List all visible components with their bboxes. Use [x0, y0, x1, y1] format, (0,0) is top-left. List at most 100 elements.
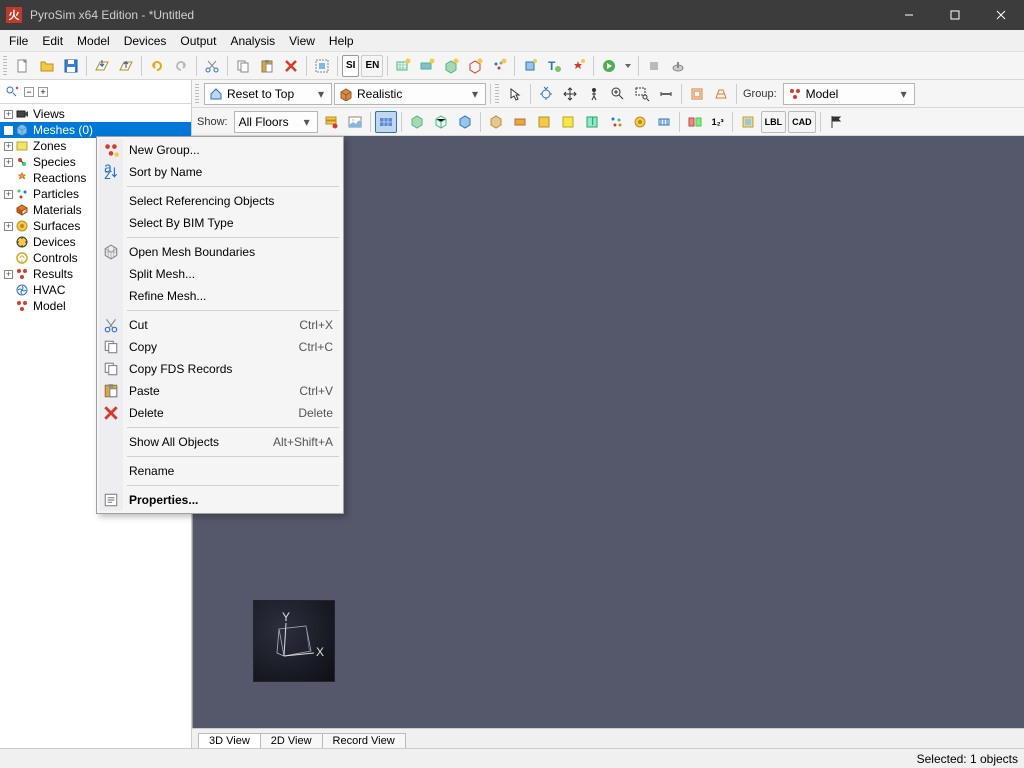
toggle-lbl-button[interactable]: LBL — [761, 111, 787, 133]
minimize-button[interactable] — [886, 0, 932, 30]
new-device-button[interactable] — [519, 55, 541, 77]
menu-model[interactable]: Model — [70, 32, 117, 50]
tree-node-views[interactable]: +Views — [0, 106, 191, 122]
toolbar-grip[interactable] — [195, 84, 199, 104]
menu-output[interactable]: Output — [173, 32, 223, 50]
zoom-tool-button[interactable] — [607, 83, 629, 105]
new-hole-button[interactable] — [464, 55, 486, 77]
menu-item-copy-fds-records[interactable]: Copy FDS Records — [99, 358, 341, 380]
menu-file[interactable]: File — [2, 32, 35, 50]
new-particle-cloud-button[interactable] — [488, 55, 510, 77]
view-tab-record-view[interactable]: Record View — [322, 733, 406, 748]
new-reaction-button[interactable] — [567, 55, 589, 77]
show-particles-button[interactable] — [605, 111, 627, 133]
show-init-button[interactable] — [533, 111, 555, 133]
new-vent-button[interactable] — [416, 55, 438, 77]
roam-tool-button[interactable] — [583, 83, 605, 105]
show-zones-button[interactable] — [557, 111, 579, 133]
snap-grid-button[interactable] — [375, 111, 397, 133]
tree-filter-button[interactable] — [4, 84, 20, 100]
perspective-button[interactable] — [710, 83, 732, 105]
comment-flag-button[interactable] — [825, 111, 847, 133]
floors-combo[interactable]: All Floors ▾ — [234, 111, 318, 133]
menu-item-copy[interactable]: CopyCtrl+C — [99, 336, 341, 358]
new-file-button[interactable] — [12, 55, 34, 77]
maximize-button[interactable] — [932, 0, 978, 30]
show-mesh-boundaries-button[interactable] — [430, 111, 452, 133]
text-tool-button[interactable]: T — [543, 55, 565, 77]
close-button[interactable] — [978, 0, 1024, 30]
group-combo[interactable]: Model ▾ — [783, 83, 915, 105]
menu-item-properties[interactable]: Properties... — [99, 489, 341, 511]
paste-button[interactable] — [256, 55, 278, 77]
menu-item-rename[interactable]: Rename — [99, 460, 341, 482]
menu-view[interactable]: View — [282, 32, 322, 50]
run-fds-button[interactable] — [598, 55, 620, 77]
menu-item-new-group[interactable]: New Group... — [99, 139, 341, 161]
open-file-button[interactable] — [36, 55, 58, 77]
toggle-cad-button[interactable]: CAD — [788, 111, 816, 133]
units-en-button[interactable]: EN — [361, 55, 383, 77]
show-triggers-button[interactable]: T — [581, 111, 603, 133]
delete-button[interactable] — [280, 55, 302, 77]
menu-devices[interactable]: Devices — [117, 32, 174, 50]
new-obstruction-button[interactable] — [440, 55, 462, 77]
menu-item-select-referencing-objects[interactable]: Select Referencing Objects — [99, 190, 341, 212]
menu-analysis[interactable]: Analysis — [223, 32, 282, 50]
undo-button[interactable] — [146, 55, 168, 77]
menu-item-sort-by-name[interactable]: azSort by Name — [99, 161, 341, 183]
floor-manage-button[interactable] — [320, 111, 342, 133]
render-mode-combo[interactable]: Realistic ▾ — [334, 83, 486, 105]
measure-tool-button[interactable] — [655, 83, 677, 105]
menu-item-paste[interactable]: PasteCtrl+V — [99, 380, 341, 402]
show-boundaries-button[interactable] — [737, 111, 759, 133]
orbit-tool-button[interactable] — [535, 83, 557, 105]
tree-expander[interactable]: + — [4, 222, 13, 231]
show-hvac-button[interactable] — [653, 111, 675, 133]
menu-item-refine-mesh[interactable]: Refine Mesh... — [99, 285, 341, 307]
show-devices-button[interactable] — [629, 111, 651, 133]
tree-expander[interactable]: + — [4, 270, 13, 279]
select-tool-button[interactable] — [504, 83, 526, 105]
toolbar-grip[interactable] — [3, 56, 7, 76]
run-dropdown-button[interactable] — [622, 55, 634, 77]
zoom-box-tool-button[interactable] — [631, 83, 653, 105]
results-button[interactable] — [667, 55, 689, 77]
show-vents-button[interactable] — [509, 111, 531, 133]
pan-tool-button[interactable] — [559, 83, 581, 105]
camera-reset-combo[interactable]: Reset to Top ▾ — [204, 83, 332, 105]
tree-expander[interactable]: + — [4, 190, 13, 199]
show-obstructions-button[interactable] — [454, 111, 476, 133]
ortho-button[interactable] — [686, 83, 708, 105]
show-slices-button[interactable] — [684, 111, 706, 133]
show-meshes-button[interactable] — [406, 111, 428, 133]
show-holes-button[interactable] — [485, 111, 507, 133]
menu-item-split-mesh[interactable]: Split Mesh... — [99, 263, 341, 285]
menu-item-open-mesh-boundaries[interactable]: Open Mesh Boundaries — [99, 241, 341, 263]
tree-expander[interactable]: + — [4, 142, 13, 151]
axis-orientation-widget[interactable]: X Y — [253, 600, 335, 682]
tree-expander[interactable]: + — [4, 110, 13, 119]
menu-edit[interactable]: Edit — [35, 32, 70, 50]
view-tab-3d-view[interactable]: 3D View — [198, 733, 261, 748]
cut-button[interactable] — [201, 55, 223, 77]
menu-help[interactable]: Help — [322, 32, 361, 50]
tree-expander[interactable]: + — [4, 158, 13, 167]
import-button[interactable] — [91, 55, 113, 77]
show-labels-button[interactable]: 1₂³ — [708, 111, 728, 133]
new-mesh-button[interactable] — [392, 55, 414, 77]
redo-button[interactable] — [170, 55, 192, 77]
select-all-button[interactable] — [311, 55, 333, 77]
menu-item-delete[interactable]: DeleteDelete — [99, 402, 341, 424]
save-button[interactable] — [60, 55, 82, 77]
tree-collapse-button[interactable]: − — [24, 87, 34, 97]
toolbar-grip[interactable] — [495, 84, 499, 104]
copy-button[interactable] — [232, 55, 254, 77]
menu-item-select-by-bim-type[interactable]: Select By BIM Type — [99, 212, 341, 234]
export-button[interactable] — [115, 55, 137, 77]
view-tab-2d-view[interactable]: 2D View — [260, 733, 323, 748]
background-image-button[interactable] — [344, 111, 366, 133]
stop-button[interactable] — [643, 55, 665, 77]
units-si-button[interactable]: SI — [342, 55, 359, 77]
tree-expand-button[interactable]: + — [38, 87, 48, 97]
